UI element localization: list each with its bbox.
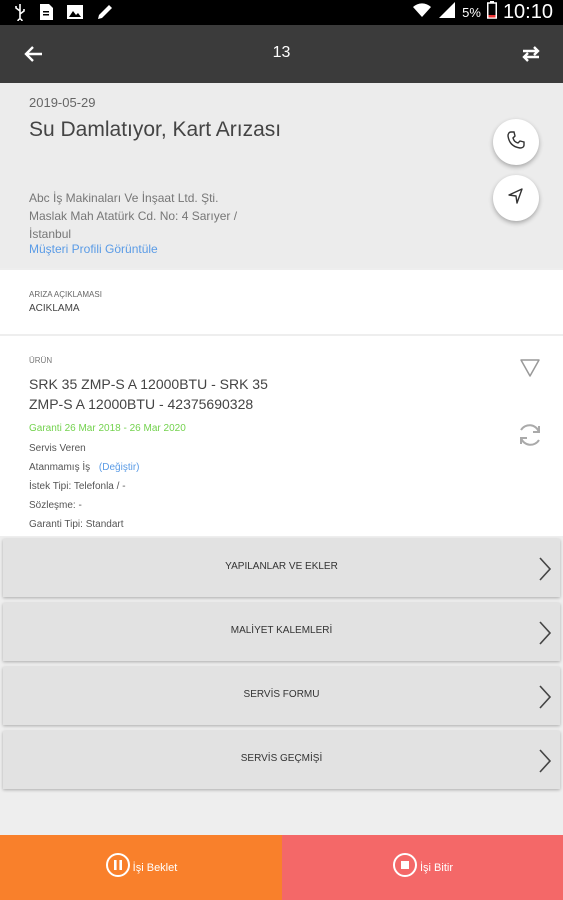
company-name: Abc İş Makinaları Ve İnşaat Ltd. Şti. — [29, 191, 219, 205]
request-type: İstek Tipi: Telefonla / - — [29, 481, 126, 492]
image-icon — [66, 3, 84, 26]
job-date: 2019-05-29 — [29, 95, 96, 110]
status-bar: 5% 10:10 — [0, 0, 563, 25]
warranty-type: Garanti Tipi: Standart — [29, 519, 124, 530]
filter-icon[interactable] — [519, 358, 541, 383]
clock: 10:10 — [502, 1, 553, 23]
product-label: ÜRÜN — [29, 356, 53, 365]
usb-icon — [14, 3, 26, 26]
navigate-button[interactable] — [493, 175, 539, 221]
fault-description-label: ARIZA AÇIKLAMASI — [29, 290, 102, 299]
sd-card-icon — [38, 3, 54, 26]
navigation-icon — [506, 186, 526, 211]
customer-info: Abc İş Makinaları Ve İnşaat Ltd. Şti. Ma… — [29, 189, 279, 243]
chevron-right-icon — [538, 556, 552, 587]
contract: Sözleşme: - — [29, 500, 82, 511]
warranty-period: Garanti 26 Mar 2018 - 26 Mar 2020 — [29, 423, 186, 434]
wifi-icon — [412, 1, 432, 24]
section-service-history[interactable]: SERVİS GEÇMİŞİ — [3, 731, 560, 789]
section-cost-items[interactable]: MALİYET KALEMLERİ — [3, 603, 560, 661]
section-done-and-attachments[interactable]: YAPILANLAR VE EKLER — [3, 539, 560, 597]
chevron-right-icon — [538, 620, 552, 651]
hold-job-label: İşi Beklet — [132, 861, 178, 874]
fault-description-card: ARIZA AÇIKLAMASI ACIKLAMA — [0, 270, 563, 334]
pencil-icon — [96, 3, 114, 26]
section-label: SERVİS FORMU — [243, 689, 320, 700]
signal-icon — [438, 1, 456, 24]
page-title: 13 — [272, 44, 291, 61]
finish-job-label: İşi Bitir — [420, 861, 453, 874]
unassigned-status: Atanmamış İş — [29, 462, 91, 473]
section-label: MALİYET KALEMLERİ — [230, 625, 333, 636]
product-name: SRK 35 ZMP-S A 12000BTU - SRK 35 ZMP-S A… — [29, 376, 268, 412]
chevron-right-icon — [538, 748, 552, 779]
refresh-icon[interactable] — [515, 420, 545, 455]
customer-address: Maslak Mah Atatürk Cd. No: 4 Sarıyer / İ… — [29, 209, 238, 241]
swap-icon[interactable] — [519, 42, 543, 66]
section-label: YAPILANLAR VE EKLER — [225, 561, 338, 572]
fault-description-value: ACIKLAMA — [29, 303, 80, 314]
pause-icon — [105, 852, 131, 883]
chevron-right-icon — [538, 684, 552, 715]
battery-icon — [486, 1, 497, 24]
phone-icon — [506, 130, 526, 155]
app-toolbar: 13 — [0, 25, 563, 83]
section-label: SERVİS GEÇMİŞİ — [240, 753, 323, 764]
hold-job-button[interactable]: İşi Beklet — [0, 835, 282, 900]
service-provider: Servis Veren — [29, 443, 86, 454]
battery-percent: 5% — [462, 5, 481, 20]
product-card: ÜRÜN SRK 35 ZMP-S A 12000BTU - SRK 35 ZM… — [0, 336, 563, 536]
stop-icon — [392, 852, 418, 883]
bottom-action-bar: İşi Beklet İşi Bitir — [0, 835, 563, 900]
assignment-row: Atanmamış İş (Değiştir) — [29, 462, 139, 473]
job-header: 2019-05-29 Su Damlatıyor, Kart Arızası A… — [0, 83, 563, 268]
section-service-form[interactable]: SERVİS FORMU — [3, 667, 560, 725]
change-assignment-link[interactable]: (Değiştir) — [99, 462, 140, 473]
call-button[interactable] — [493, 119, 539, 165]
job-title: Su Damlatıyor, Kart Arızası — [29, 118, 282, 141]
customer-profile-link[interactable]: Müşteri Profili Görüntüle — [29, 242, 158, 256]
finish-job-button[interactable]: İşi Bitir — [282, 835, 563, 900]
